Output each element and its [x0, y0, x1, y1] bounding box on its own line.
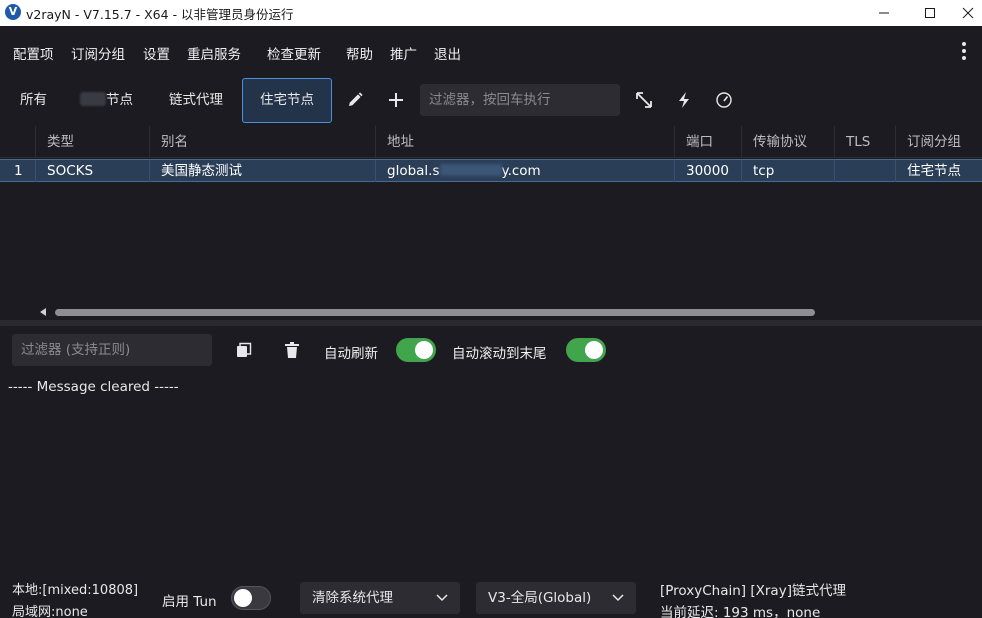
speed-gauge-icon[interactable] — [714, 90, 734, 110]
column-header-address[interactable]: 地址 — [375, 126, 674, 158]
v2rayn-logo-icon: V — [5, 4, 21, 20]
proxy-chain-info: [ProxyChain] [Xray]链式代理 — [660, 583, 846, 599]
menu-item-help[interactable]: 帮助 — [346, 43, 373, 63]
toggle-knob — [234, 589, 252, 607]
column-header-transport[interactable]: 传输协议 — [741, 126, 834, 158]
cell-port: 30000 — [674, 160, 741, 182]
expand-icon[interactable] — [634, 90, 654, 110]
server-table-header: 类型 别名 地址 端口 传输协议 TLS 订阅分组 — [0, 126, 982, 158]
lan-status: 局域网:none — [12, 605, 88, 618]
add-icon[interactable] — [386, 90, 406, 110]
horizontal-scrollbar[interactable] — [0, 305, 982, 319]
address-prefix: global.s — [387, 163, 440, 179]
redacted-text — [80, 92, 106, 106]
edit-icon[interactable] — [345, 90, 365, 110]
cell-address: global.s y.com — [375, 160, 674, 182]
menu-item-exit[interactable]: 退出 — [434, 43, 461, 63]
column-header-type[interactable]: 类型 — [35, 126, 149, 158]
column-header-alias[interactable]: 别名 — [149, 126, 375, 158]
tab-residential-nodes[interactable]: 住宅节点 — [242, 78, 332, 123]
close-icon[interactable] — [953, 0, 982, 26]
tab-chain-proxy[interactable]: 链式代理 — [169, 78, 223, 123]
auto-scroll-label: 自动滚动到末尾 — [452, 346, 547, 362]
local-port-status: 本地:[mixed:10808] — [12, 583, 139, 598]
pane-splitter[interactable] — [0, 320, 982, 326]
cell-type: SOCKS — [35, 160, 149, 182]
tun-label: 启用 Tun — [162, 594, 217, 610]
system-proxy-value: 清除系统代理 — [312, 590, 393, 606]
address-suffix: y.com — [501, 163, 541, 179]
menu-item-settings[interactable]: 设置 — [143, 43, 170, 63]
chevron-down-icon — [436, 594, 448, 602]
routing-dropdown[interactable]: V3-全局(Global) — [476, 582, 636, 614]
trash-icon[interactable] — [283, 341, 301, 359]
menu-item-subscriptions[interactable]: 订阅分组 — [71, 43, 125, 63]
cell-alias: 美国静态测试 — [149, 160, 375, 182]
copy-icon[interactable] — [235, 341, 253, 359]
cell-group: 住宅节点 — [895, 160, 982, 182]
column-header-port[interactable]: 端口 — [674, 126, 741, 158]
auto-refresh-label: 自动刷新 — [324, 346, 378, 362]
column-header-group[interactable]: 订阅分组 — [895, 126, 982, 158]
menu-item-profiles[interactable]: 配置项 — [13, 43, 54, 63]
tab-nodes[interactable]: 节点 — [80, 78, 133, 123]
redacted-text — [439, 164, 502, 176]
row-index: 1 — [14, 163, 23, 179]
system-proxy-dropdown[interactable]: 清除系统代理 — [300, 582, 460, 614]
title-bar: V v2rayN - V7.15.7 - X64 - 以非管理员身份运行 — [0, 0, 982, 26]
server-filter-input[interactable] — [420, 84, 620, 116]
menu-item-restart-service[interactable]: 重启服务 — [187, 43, 241, 63]
menu-bar: 配置项 订阅分组 设置 重启服务 检查更新 帮助 推广 退出 — [0, 26, 982, 76]
lightning-icon[interactable] — [674, 90, 694, 110]
maximize-icon[interactable] — [907, 0, 953, 26]
window-title: v2rayN - V7.15.7 - X64 - 以非管理员身份运行 — [26, 7, 294, 22]
tab-nodes-label: 节点 — [106, 92, 133, 108]
column-header-tls[interactable]: TLS — [834, 126, 895, 158]
menu-item-check-update[interactable]: 检查更新 — [267, 43, 321, 63]
minimize-icon[interactable] — [861, 0, 907, 26]
latency-status: 当前延迟: 193 ms，none — [660, 605, 821, 618]
scroll-left-arrow-icon[interactable] — [40, 308, 46, 316]
log-filter-input[interactable] — [12, 334, 212, 366]
toggle-knob — [415, 341, 433, 359]
routing-value: V3-全局(Global) — [488, 590, 592, 606]
menu-item-promotion[interactable]: 推广 — [390, 43, 417, 63]
tab-all[interactable]: 所有 — [20, 78, 47, 123]
table-row[interactable]: 1 SOCKS 美国静态测试 global.s y.com 30000 tcp 住… — [0, 159, 982, 182]
auto-refresh-toggle[interactable] — [396, 338, 436, 362]
cell-tls — [834, 160, 895, 182]
more-vertical-icon[interactable] — [956, 41, 972, 61]
tun-toggle[interactable] — [231, 586, 271, 610]
auto-scroll-toggle[interactable] — [566, 338, 606, 362]
cell-transport: tcp — [741, 160, 834, 182]
chevron-down-icon — [612, 594, 624, 602]
scrollbar-thumb[interactable] — [55, 309, 815, 316]
toggle-knob — [585, 341, 603, 359]
log-message: ----- Message cleared ----- — [8, 379, 179, 395]
